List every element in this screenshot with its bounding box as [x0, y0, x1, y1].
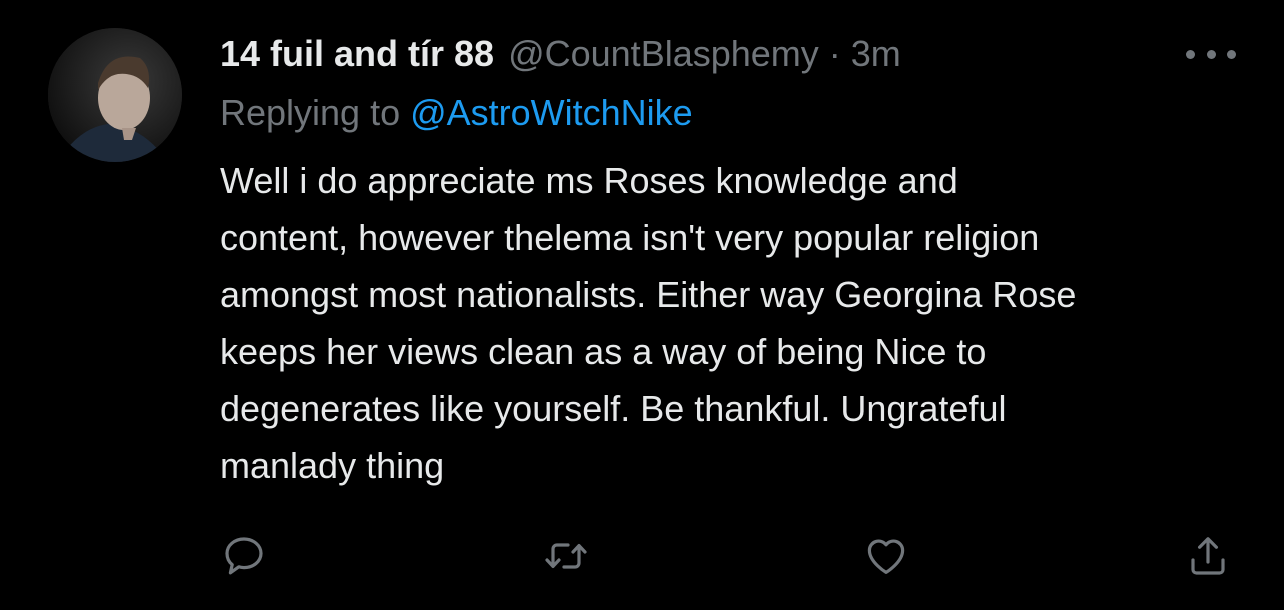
like-button[interactable] [856, 526, 916, 586]
reply-icon [225, 537, 263, 575]
retweet-icon [545, 543, 587, 569]
avatar[interactable] [48, 28, 182, 162]
timestamp[interactable]: 3m [851, 33, 901, 75]
replying-to-label: Replying to [220, 92, 411, 133]
replying-to: Replying to @AstroWitchNike [220, 92, 693, 134]
separator-dot: · [828, 33, 841, 74]
tweet-text: Well i do appreciate ms Roses knowledge … [220, 160, 1077, 486]
more-horizontal-icon-dot [1227, 49, 1236, 59]
tweet: 14 fuil and tír 88 @CountBlasphemy · 3m … [0, 0, 1284, 610]
tweet-actions [0, 526, 1284, 586]
share-icon [1191, 537, 1225, 575]
avatar-image [48, 28, 182, 162]
replying-to-handle-link[interactable]: @AstroWitchNike [410, 92, 693, 133]
user-handle[interactable]: @CountBlasphemy [508, 33, 819, 75]
tweet-header: 14 fuil and tír 88 @CountBlasphemy · 3m [220, 30, 901, 78]
display-name[interactable]: 14 fuil and tír 88 [220, 33, 494, 75]
more-horizontal-icon [1186, 49, 1195, 59]
more-options-button[interactable] [1186, 40, 1236, 68]
reply-button[interactable] [214, 526, 274, 586]
share-button[interactable] [1178, 526, 1238, 586]
like-icon [867, 539, 905, 574]
retweet-button[interactable] [536, 526, 596, 586]
more-horizontal-icon-dot [1206, 49, 1216, 59]
